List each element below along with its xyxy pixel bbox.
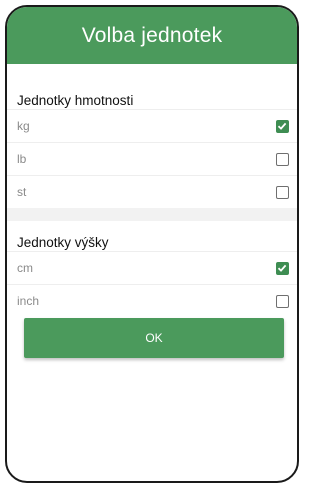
weight-units-title: Jednotky hmotnosti — [17, 93, 134, 108]
cm-checkbox[interactable] — [276, 261, 289, 275]
weight-units-section: Jednotky hmotnosti kg lb st — [7, 89, 297, 208]
st-checkbox[interactable] — [276, 185, 289, 199]
weight-option-kg[interactable]: kg — [7, 109, 297, 142]
weight-option-lb[interactable]: lb — [7, 142, 297, 175]
height-units-title: Jednotky výšky — [17, 235, 109, 250]
ok-button[interactable]: OK — [24, 318, 284, 358]
option-label: inch — [17, 294, 40, 308]
inch-checkbox[interactable] — [276, 294, 289, 308]
section-divider — [7, 208, 297, 221]
option-label: cm — [17, 261, 33, 275]
lb-checkbox[interactable] — [276, 152, 289, 166]
height-units-section: Jednotky výšky cm inch — [7, 231, 297, 317]
height-option-cm[interactable]: cm — [7, 251, 297, 284]
option-label: st — [17, 185, 27, 199]
spacer — [7, 64, 297, 89]
option-label: lb — [17, 152, 27, 166]
option-label: kg — [17, 119, 30, 133]
height-option-inch[interactable]: inch — [7, 284, 297, 317]
weight-option-st[interactable]: st — [7, 175, 297, 208]
dialog-title: Volba jednotek — [7, 7, 297, 64]
kg-checkbox[interactable] — [276, 119, 289, 133]
units-dialog: Volba jednotek Jednotky hmotnosti kg lb … — [5, 5, 299, 483]
spacer — [7, 221, 297, 231]
